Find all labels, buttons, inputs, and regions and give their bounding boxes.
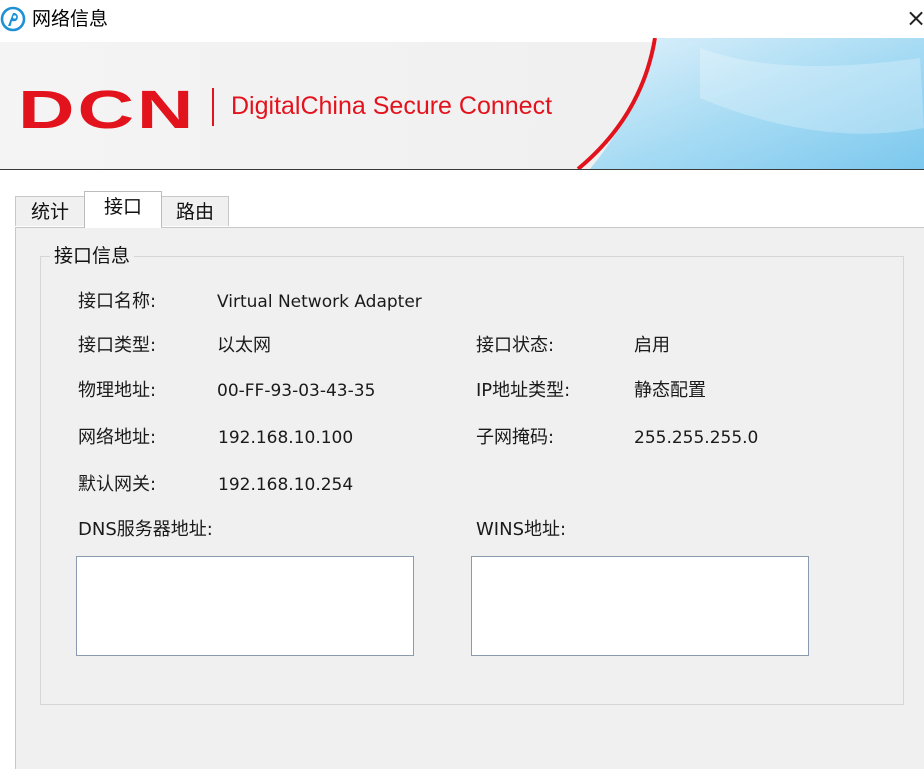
mac-address-value: 00-FF-93-03-43-35 (217, 381, 376, 401)
mac-address-label: 物理地址: (78, 380, 157, 401)
ip-address-label: 网络地址: (78, 427, 157, 448)
interface-status-value: 启用 (634, 335, 670, 356)
gateway-label: 默认网关: (78, 474, 157, 495)
wins-label: WINS地址: (476, 519, 567, 540)
group-title: 接口信息 (50, 243, 135, 269)
tab-statistics[interactable]: 统计 (15, 196, 85, 226)
close-button[interactable]: × (906, 4, 924, 32)
subnet-mask-label: 子网掩码: (476, 427, 555, 448)
title-bar: 网络信息 × (0, 0, 924, 38)
logo-divider (212, 88, 214, 126)
ip-type-value: 静态配置 (634, 380, 706, 401)
subnet-mask-value: 255.255.255.0 (634, 428, 759, 448)
tab-interface[interactable]: 接口 (84, 191, 162, 228)
interface-name-label: 接口名称: (78, 291, 157, 312)
app-logo-icon (0, 6, 26, 32)
tab-routing[interactable]: 路由 (161, 196, 229, 226)
dns-servers-label: DNS服务器地址: (78, 519, 213, 540)
dns-servers-list[interactable] (76, 556, 414, 656)
brand-name: DigitalChina Secure Connect (231, 92, 553, 120)
header-banner: DCN DigitalChina Secure Connect (0, 38, 924, 171)
window-title: 网络信息 (32, 8, 109, 30)
ip-address-value: 192.168.10.100 (218, 428, 354, 448)
interface-type-label: 接口类型: (78, 335, 157, 356)
interface-status-label: 接口状态: (476, 335, 555, 356)
wins-list[interactable] (471, 556, 809, 656)
gateway-value: 192.168.10.254 (218, 475, 354, 495)
ip-type-label: IP地址类型: (476, 380, 571, 401)
dcn-logo: DCN (18, 80, 197, 140)
interface-type-value: 以太网 (217, 335, 271, 356)
interface-name-value: Virtual Network Adapter (217, 292, 422, 312)
